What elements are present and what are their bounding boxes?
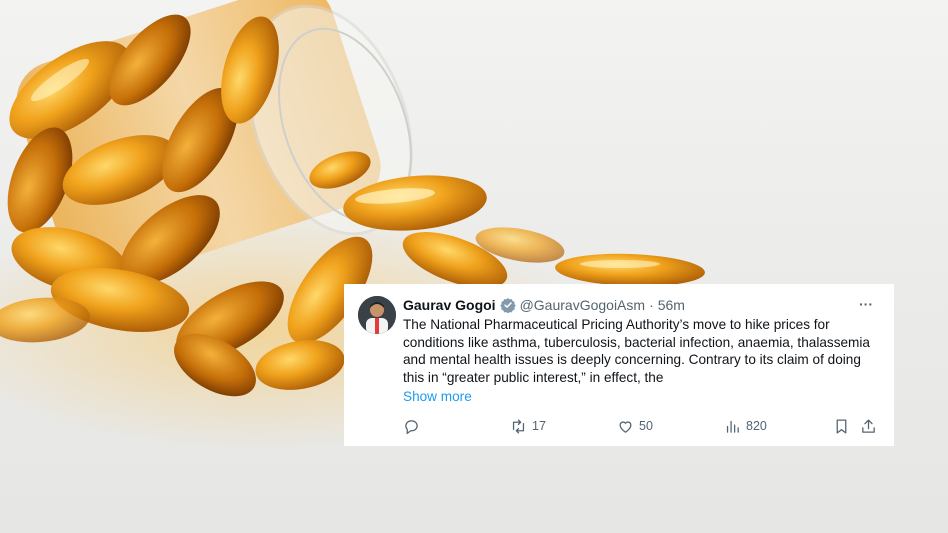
tweet-header: Gaurav Gogoi @GauravGogoiAsm · 56m [403,296,685,314]
tweet-card[interactable]: Gaurav Gogoi @GauravGogoiAsm · 56m ··· T… [344,284,894,446]
share-button[interactable] [860,416,877,436]
show-more-link[interactable]: Show more [403,388,472,406]
retweet-button[interactable]: 17 [510,416,546,436]
author-handle[interactable]: @GauravGogoiAsm [520,296,645,314]
like-count: 50 [639,419,653,433]
avatar-image [358,296,396,334]
author-name[interactable]: Gaurav Gogoi [403,296,496,314]
bookmark-button[interactable] [833,416,850,436]
like-icon [619,420,632,433]
separator-dot: · [649,297,654,313]
reply-icon [405,419,418,434]
background-photo [0,0,948,533]
tweet-timestamp[interactable]: 56m [658,296,685,314]
tweet-actions: 17 50 820 [403,416,881,436]
views-button[interactable]: 820 [724,416,767,436]
more-icon[interactable]: ··· [856,296,876,314]
tweet-text: The National Pharmaceutical Pricing Auth… [403,317,870,385]
view-count: 820 [746,419,767,433]
reply-button[interactable] [403,416,425,436]
like-button[interactable]: 50 [617,416,653,436]
capsules-illustration [0,0,705,450]
views-icon [726,420,739,433]
share-icon [862,418,875,433]
verified-badge-icon [499,297,516,314]
retweet-count: 17 [532,419,546,433]
retweet-icon [512,418,525,434]
avatar[interactable] [358,296,396,334]
bookmark-icon [836,418,847,434]
